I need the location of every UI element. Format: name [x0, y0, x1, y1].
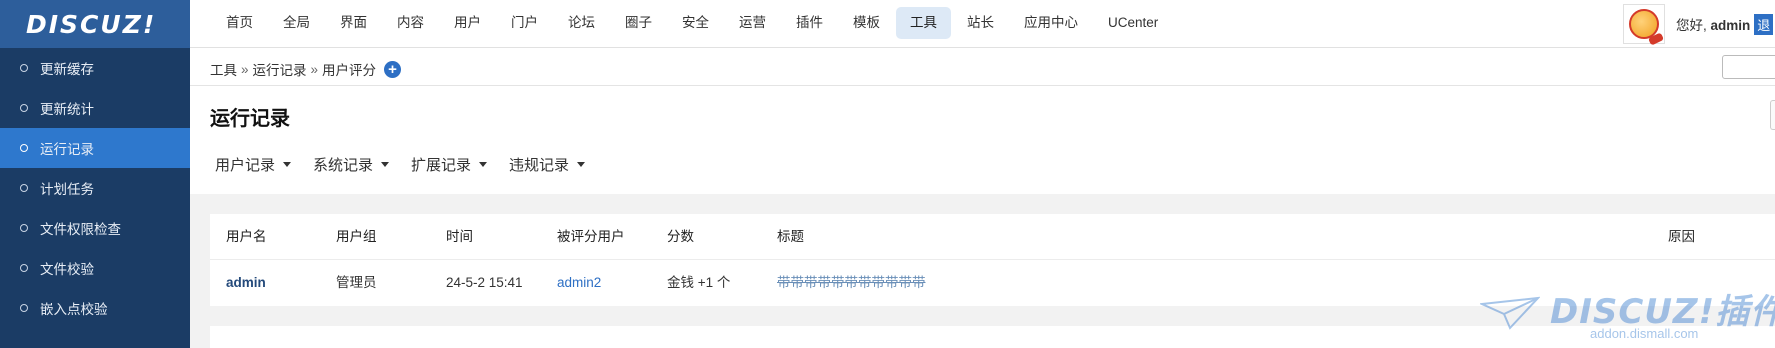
log-tabs: 用户记录 系统记录 扩展记录 违规记录: [215, 154, 607, 175]
lower-panel: [210, 326, 1775, 348]
tab-user-logs[interactable]: 用户记录: [215, 154, 292, 175]
breadcrumb-run-logs[interactable]: 运行记录: [253, 59, 307, 79]
discuz-logo[interactable]: DISCUZ!: [0, 0, 190, 48]
avatar[interactable]: [1623, 4, 1665, 44]
tab-system-logs[interactable]: 系统记录: [313, 154, 390, 175]
sidebar-item-label: 更新缓存: [40, 62, 94, 77]
circle-icon: [20, 184, 28, 192]
caret-down-icon: [381, 162, 390, 167]
nav-item-portal[interactable]: 门户: [497, 7, 552, 39]
qq-penguin-icon: [1629, 9, 1659, 39]
sidebar-item-update-cache[interactable]: 更新缓存: [0, 48, 190, 88]
sidebar-item-label: 文件权限检查: [40, 222, 121, 237]
nav-item-operations[interactable]: 运营: [725, 7, 780, 39]
top-bar: DISCUZ! 首页 全局 界面 内容 用户 门户 论坛 圈子 安全 运营 插件…: [0, 0, 1775, 48]
nav-item-home[interactable]: 首页: [212, 7, 267, 39]
nav-item-interface[interactable]: 界面: [326, 7, 381, 39]
sidebar-item-label: 计划任务: [40, 182, 94, 197]
breadcrumb-bar: 工具 » 运行记录 » 用户评分 +: [190, 48, 1775, 86]
tab-extension-logs[interactable]: 扩展记录: [411, 154, 488, 175]
sidebar-item-label: 更新统计: [40, 102, 94, 117]
sidebar: 更新缓存 更新统计 运行记录 计划任务 文件权限检查 文件校验 嵌入点校验: [0, 48, 190, 348]
sidebar-item-file-verify[interactable]: 文件校验: [0, 248, 190, 288]
breadcrumb-separator: »: [310, 61, 319, 77]
sidebar-item-file-permission-check[interactable]: 文件权限检查: [0, 208, 190, 248]
plus-circle-icon[interactable]: +: [384, 60, 402, 78]
page-title: 运行记录: [210, 108, 290, 130]
side-action-button[interactable]: [1770, 100, 1775, 130]
header-username: 用户名: [226, 229, 267, 244]
nav-item-content[interactable]: 内容: [383, 7, 438, 39]
nav-item-templates[interactable]: 模板: [839, 7, 894, 39]
header-score: 分数: [667, 229, 694, 244]
sidebar-item-label: 嵌入点校验: [40, 302, 108, 317]
cell-usergroup: 管理员: [336, 275, 377, 290]
nav-item-ucenter[interactable]: UCenter: [1094, 7, 1172, 39]
nav-item-group[interactable]: 圈子: [611, 7, 666, 39]
nav-item-forum[interactable]: 论坛: [554, 7, 609, 39]
sidebar-item-update-stats[interactable]: 更新统计: [0, 88, 190, 128]
nav-item-webmaster[interactable]: 站长: [953, 7, 1008, 39]
table-header-row: 用户名 用户组 时间 被评分用户 分数 标题 原因: [210, 214, 1775, 260]
header-reason: 原因: [1668, 229, 1695, 244]
nav-item-plugins[interactable]: 插件: [782, 7, 837, 39]
tab-label: 系统记录: [313, 157, 374, 174]
sidebar-item-scheduled-tasks[interactable]: 计划任务: [0, 168, 190, 208]
search-input[interactable]: [1722, 55, 1775, 79]
caret-down-icon: [283, 162, 292, 167]
circle-icon: [20, 104, 28, 112]
cell-rated-user-link[interactable]: admin2: [557, 260, 601, 306]
cell-title-link[interactable]: 带带带带带带带带带带带: [777, 260, 926, 306]
sidebar-item-run-logs[interactable]: 运行记录: [0, 128, 190, 168]
circle-icon: [20, 224, 28, 232]
sidebar-item-label: 运行记录: [40, 142, 94, 157]
tab-label: 扩展记录: [411, 157, 472, 174]
circle-icon: [20, 304, 28, 312]
nav-item-security[interactable]: 安全: [668, 7, 723, 39]
breadcrumb: 工具 » 运行记录 » 用户评分 +: [210, 59, 402, 79]
nav-item-users[interactable]: 用户: [440, 7, 495, 39]
breadcrumb-tools[interactable]: 工具: [210, 59, 237, 79]
circle-icon: [20, 264, 28, 272]
caret-down-icon: [577, 162, 586, 167]
sidebar-item-label: 文件校验: [40, 262, 94, 277]
breadcrumb-user-rating: 用户评分: [322, 63, 377, 78]
tab-label: 违规记录: [509, 157, 570, 174]
breadcrumb-separator: »: [241, 61, 249, 77]
top-nav: 首页 全局 界面 内容 用户 门户 论坛 圈子 安全 运营 插件 模板 工具 站…: [212, 7, 1174, 39]
user-greeting: 您好, admin 退: [1676, 14, 1774, 35]
greeting-text: 您好,: [1676, 18, 1711, 33]
cell-score: 金钱 +1 个: [667, 275, 731, 290]
header-usergroup: 用户组: [336, 229, 377, 244]
sidebar-item-hook-verify[interactable]: 嵌入点校验: [0, 288, 190, 328]
header-time: 时间: [446, 229, 473, 244]
nav-item-tools[interactable]: 工具: [896, 7, 951, 39]
tab-violation-logs[interactable]: 违规记录: [509, 154, 586, 175]
table-row: admin 管理员 24-5-2 15:41 admin2 金钱 +1 个 带带…: [210, 260, 1775, 306]
page-header: 运行记录 用户记录 系统记录 扩展记录 违规记录: [190, 86, 1775, 194]
nav-item-app-center[interactable]: 应用中心: [1010, 7, 1092, 39]
circle-icon: [20, 144, 28, 152]
tab-label: 用户记录: [215, 157, 276, 174]
header-rated-user: 被评分用户: [557, 229, 625, 244]
nav-item-global[interactable]: 全局: [269, 7, 324, 39]
logout-button[interactable]: 退: [1754, 14, 1774, 35]
circle-icon: [20, 64, 28, 72]
caret-down-icon: [479, 162, 488, 167]
username: admin: [1710, 18, 1751, 33]
rating-log-table: 用户名 用户组 时间 被评分用户 分数 标题 原因 admin 管理员 24-5…: [210, 214, 1775, 306]
cell-username-link[interactable]: admin: [226, 260, 266, 306]
header-title: 标题: [777, 229, 804, 244]
cell-time: 24-5-2 15:41: [446, 275, 523, 290]
logo-text: DISCUZ!: [26, 9, 157, 39]
